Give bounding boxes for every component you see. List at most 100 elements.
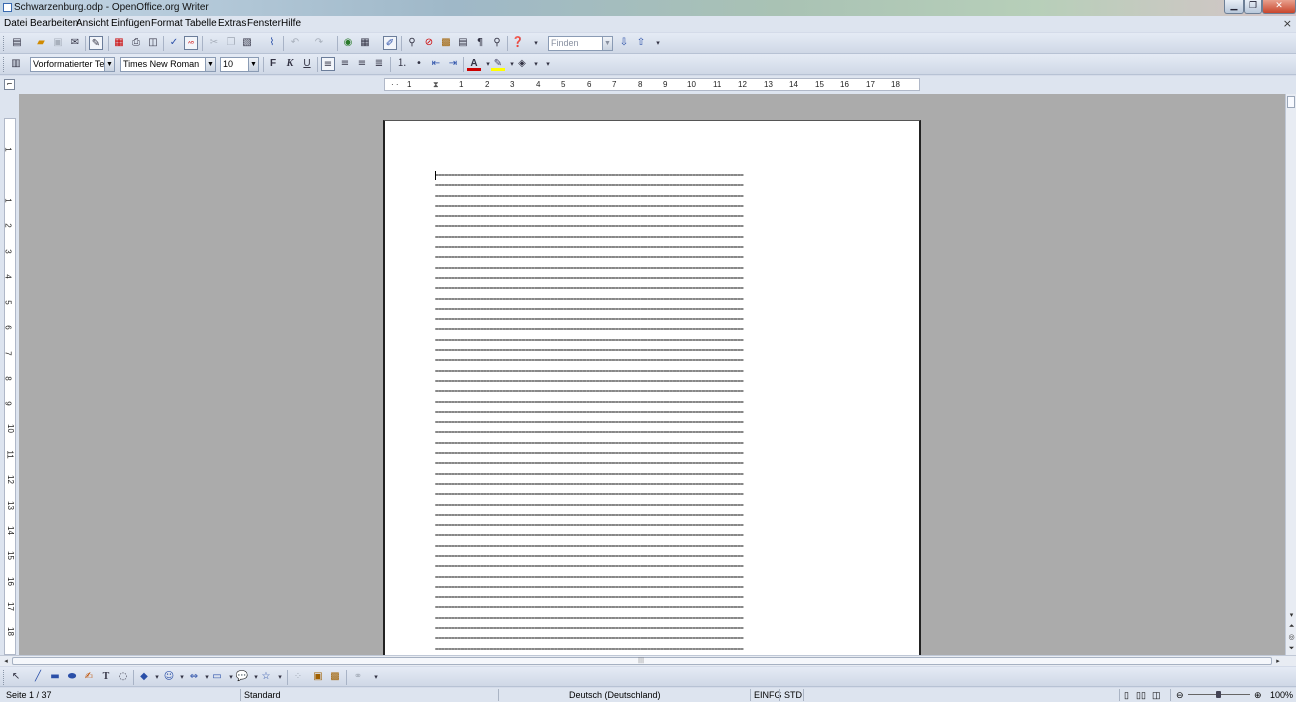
close-document-icon[interactable]: × xyxy=(1283,17,1292,30)
text-line[interactable]: ========================================… xyxy=(435,490,869,500)
text-line[interactable]: ========================================… xyxy=(435,253,869,263)
font-name-combo[interactable]: Times New Roman ▼ xyxy=(120,57,216,72)
background-color-icon[interactable]: ◈ xyxy=(515,57,529,71)
zoom-out-icon[interactable]: ⊖ xyxy=(1176,689,1184,701)
text-line[interactable]: ========================================… xyxy=(435,398,869,408)
text-line[interactable]: ========================================… xyxy=(435,562,869,572)
toolbar-grip[interactable] xyxy=(3,36,6,51)
chevron-down-icon[interactable]: ▾ xyxy=(273,670,287,684)
text-line[interactable]: ========================================… xyxy=(435,449,869,459)
align-center-icon[interactable]: ≡ xyxy=(338,57,352,71)
paste-icon[interactable]: ▧ xyxy=(240,36,254,50)
show-draw-functions-icon[interactable]: ✐ xyxy=(383,36,397,50)
chevron-down-icon[interactable]: ▼ xyxy=(602,37,612,50)
horizontal-ruler[interactable]: · · 1 ⧗ 1 2 3 4 5 6 7 8 9 10 11 12 13 14… xyxy=(384,78,920,91)
gallery-icon[interactable]: ▩ xyxy=(439,36,453,50)
text-line[interactable]: ========================================… xyxy=(435,418,869,428)
spellcheck-icon[interactable]: ✓ xyxy=(167,36,181,50)
text-line[interactable]: ========================================… xyxy=(435,325,869,335)
cut-icon[interactable]: ✂ xyxy=(207,36,221,50)
find-prev-icon[interactable]: ⇧ xyxy=(634,36,648,50)
styles-formatting-icon[interactable]: ▥ xyxy=(9,57,23,71)
autospell-icon[interactable]: ᴬᴮ xyxy=(184,36,198,50)
toolbar-overflow-icon[interactable]: ▾ xyxy=(369,670,383,684)
text-line[interactable]: ========================================… xyxy=(435,531,869,541)
align-right-icon[interactable]: ≡ xyxy=(355,57,369,71)
format-paintbrush-icon[interactable]: ⌇ xyxy=(265,36,279,50)
text-line[interactable]: ========================================… xyxy=(435,634,869,644)
text-line[interactable]: ========================================… xyxy=(435,264,869,274)
chevron-down-icon[interactable]: ▼ xyxy=(248,58,258,71)
text-tool-icon[interactable]: T xyxy=(99,670,113,684)
text-line[interactable]: ========================================… xyxy=(435,315,869,325)
table-icon[interactable]: ▦ xyxy=(358,36,372,50)
numbering-icon[interactable]: ⒈ xyxy=(395,57,409,71)
close-button[interactable]: ✕ xyxy=(1262,0,1296,14)
highlight-icon[interactable]: ✎ xyxy=(491,57,505,71)
freeform-icon[interactable]: ✍ xyxy=(82,670,96,684)
points-icon[interactable]: ⁘ xyxy=(291,670,305,684)
find-next-icon[interactable]: ⇩ xyxy=(617,36,631,50)
minimize-button[interactable]: ▁ xyxy=(1224,0,1244,14)
undo-icon[interactable]: ↶ xyxy=(288,36,302,50)
rectangle-icon[interactable]: ▬ xyxy=(48,670,62,684)
text-line[interactable]: ========================================… xyxy=(435,583,869,593)
text-line[interactable]: ========================================… xyxy=(435,233,869,243)
text-line[interactable]: ========================================… xyxy=(435,480,869,490)
indent-marker-icon[interactable]: ⧗ xyxy=(433,80,439,90)
find-toolbar-overflow-icon[interactable]: ▾ xyxy=(651,36,665,50)
text-line[interactable]: ========================================… xyxy=(435,428,869,438)
navigator-icon[interactable]: ⊘ xyxy=(422,36,436,50)
language-indicator[interactable]: Deutsch (Deutschland) xyxy=(569,689,661,701)
chevron-down-icon[interactable]: ▼ xyxy=(205,58,215,71)
vertical-ruler[interactable]: 1 1 2 3 4 5 6 7 8 9 10 11 12 13 14 15 16… xyxy=(4,118,16,655)
find-input[interactable]: Finden ▼ xyxy=(548,36,613,51)
underline-button[interactable]: U xyxy=(300,57,314,71)
text-line[interactable]: ========================================… xyxy=(435,501,869,511)
document-text[interactable]: ========================================… xyxy=(435,171,869,655)
text-line[interactable]: ========================================… xyxy=(435,336,869,346)
text-line[interactable]: ========================================… xyxy=(435,593,869,603)
menu-hilfe[interactable]: Hilfe xyxy=(281,18,301,29)
extrusion-icon[interactable]: ⚭ xyxy=(351,670,365,684)
previous-page-icon[interactable]: ⏶ xyxy=(1287,622,1296,631)
toolbar-grip[interactable] xyxy=(3,670,6,685)
save-icon[interactable]: ▣ xyxy=(51,36,65,50)
select-arrow-icon[interactable]: ↖ xyxy=(9,670,23,684)
data-sources-icon[interactable]: ▤ xyxy=(456,36,470,50)
print-icon[interactable]: ⎙ xyxy=(129,36,143,50)
text-line[interactable]: ========================================… xyxy=(435,645,869,655)
increase-indent-icon[interactable]: ⇥ xyxy=(446,57,460,71)
pdf-export-icon[interactable]: ▦ xyxy=(112,36,126,50)
text-line[interactable]: ========================================… xyxy=(435,192,869,202)
menu-ansicht[interactable]: Ansicht xyxy=(76,18,109,29)
multi-page-view-icon[interactable]: ▯▯ xyxy=(1136,689,1146,701)
next-page-icon[interactable]: ⏷ xyxy=(1287,644,1296,653)
text-line[interactable]: ========================================… xyxy=(435,367,869,377)
flowchart-icon[interactable]: ▭ xyxy=(210,670,224,684)
redo-icon[interactable]: ↷ xyxy=(312,36,326,50)
text-line[interactable]: ========================================… xyxy=(435,274,869,284)
line-icon[interactable]: ╱ xyxy=(31,670,45,684)
text-line[interactable]: ========================================… xyxy=(435,305,869,315)
font-color-icon[interactable]: A xyxy=(467,57,481,71)
text-line[interactable]: ========================================… xyxy=(435,181,869,191)
decrease-indent-icon[interactable]: ⇤ xyxy=(429,57,443,71)
scroll-right-arrow-icon[interactable]: ▸ xyxy=(1273,656,1283,666)
hyperlink-icon[interactable]: ◉ xyxy=(341,36,355,50)
text-line[interactable]: ========================================… xyxy=(435,521,869,531)
page-indicator[interactable]: Seite 1 / 37 xyxy=(6,689,52,701)
find-replace-icon[interactable]: ⚲ xyxy=(405,36,419,50)
new-icon[interactable]: ▤ xyxy=(10,36,24,50)
paragraph-style-combo[interactable]: Vorformatierter Text ▼ xyxy=(30,57,115,72)
text-line[interactable]: ========================================… xyxy=(435,573,869,583)
fontwork-icon[interactable]: ▩ xyxy=(328,670,342,684)
nonprinting-chars-icon[interactable]: ¶ xyxy=(473,36,487,50)
copy-icon[interactable]: ❐ xyxy=(224,36,238,50)
open-icon[interactable]: ▰ xyxy=(34,36,48,50)
zoom-icon[interactable]: ⚲ xyxy=(490,36,504,50)
menu-format[interactable]: Format xyxy=(151,18,183,29)
help-icon[interactable]: ❓ xyxy=(511,36,525,50)
vertical-scroll-thumb[interactable] xyxy=(1287,96,1295,108)
email-icon[interactable]: ✉ xyxy=(68,36,82,50)
